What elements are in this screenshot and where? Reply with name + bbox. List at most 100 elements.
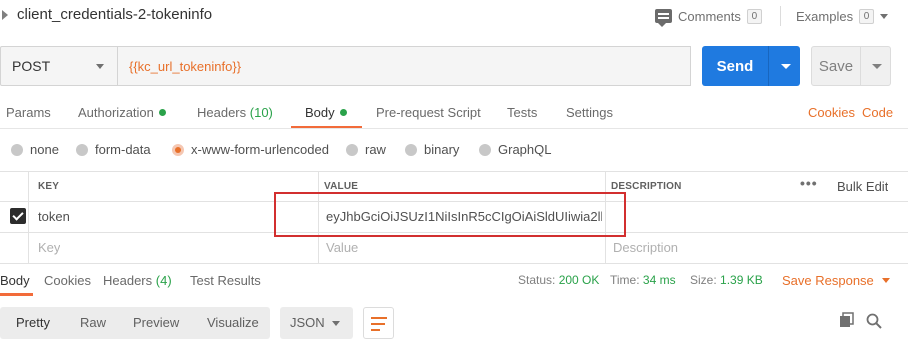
save-options-chevron-icon[interactable] (872, 64, 882, 69)
new-key-input[interactable]: Key (38, 240, 60, 255)
tab-headers-label: Headers (197, 105, 247, 120)
send-button[interactable]: Send (702, 46, 800, 86)
view-visualize-button[interactable]: Visualize (207, 315, 259, 330)
checkbox-checked-icon[interactable] (10, 208, 26, 224)
tab-response-headers-count: (4) (155, 273, 172, 288)
view-raw-button[interactable]: Raw (80, 315, 106, 330)
save-button[interactable]: Save (811, 46, 891, 86)
save-response-button[interactable]: Save Response (782, 273, 890, 288)
tab-body[interactable]: Body (305, 105, 347, 120)
tab-tests[interactable]: Tests (507, 105, 537, 120)
search-icon[interactable] (866, 313, 882, 329)
param-key-cell[interactable]: token (38, 209, 70, 224)
radio-binary-label: binary (424, 142, 460, 157)
tab-body-label: Body (305, 105, 335, 120)
tab-test-results[interactable]: Test Results (190, 273, 261, 288)
response-tabs: Body Cookies Headers (4) Test Results St… (0, 264, 908, 296)
tab-response-headers-label: Headers (103, 273, 153, 288)
request-title[interactable]: client_credentials-2-tokeninfo (17, 6, 212, 23)
method-select[interactable]: POST (0, 46, 118, 86)
wrap-lines-icon (371, 329, 380, 331)
table-border-top (0, 171, 908, 172)
status-dot-icon (158, 109, 166, 116)
new-value-input[interactable]: Value (326, 240, 358, 255)
method-label: POST (12, 58, 51, 74)
radio-urlencoded-label: x-www-form-urlencoded (191, 142, 329, 157)
save-label[interactable]: Save (812, 47, 860, 85)
save-response-label: Save Response (782, 273, 874, 288)
chevron-down-icon (332, 321, 340, 326)
send-label[interactable]: Send (702, 46, 768, 86)
divider (780, 6, 781, 26)
caret-right-icon[interactable] (2, 10, 8, 20)
radio-raw[interactable]: raw (346, 142, 386, 157)
tab-headers-count: (10) (249, 105, 273, 120)
format-select[interactable]: JSON (280, 307, 353, 339)
radio-circle-icon (479, 143, 491, 156)
tab-response-headers[interactable]: Headers (4) (103, 273, 172, 288)
format-label: JSON (290, 315, 325, 330)
radio-circle-icon (346, 143, 358, 156)
url-input[interactable]: {{kc_url_tokeninfo}} (117, 46, 691, 86)
tab-authorization-label: Authorization (78, 105, 154, 120)
time-indicator: Time: 34 ms (610, 273, 676, 287)
value-highlight-annotation (274, 192, 626, 237)
radio-form-data[interactable]: form-data (76, 142, 151, 157)
status-label: Status: (518, 273, 556, 287)
chevron-down-icon (881, 278, 890, 283)
status-value: 200 OK (558, 273, 600, 287)
examples-button[interactable]: Examples 0 (796, 6, 889, 26)
view-pretty-button[interactable]: Pretty (16, 315, 50, 330)
tab-response-cookies[interactable]: Cookies (44, 273, 91, 288)
tab-settings[interactable]: Settings (566, 105, 613, 120)
chevron-down-icon (96, 64, 104, 69)
wrap-lines-icon (371, 323, 385, 325)
radio-graphql-label: GraphQL (498, 142, 552, 157)
wrap-lines-icon (371, 317, 387, 319)
request-tabs: Params Authorization Headers (10) Body P… (0, 100, 908, 128)
bulk-edit-link[interactable]: Bulk Edit (837, 179, 888, 194)
more-options-icon[interactable]: ••• (800, 175, 818, 191)
tab-params[interactable]: Params (6, 105, 51, 120)
examples-count-badge: 0 (859, 8, 875, 24)
tabs-divider (0, 128, 908, 129)
examples-label: Examples (796, 8, 854, 24)
copy-icon[interactable] (839, 312, 855, 328)
new-description-input[interactable]: Description (613, 240, 678, 255)
code-link[interactable]: Code (862, 105, 893, 120)
save-divider (860, 47, 861, 85)
time-label: Time: (610, 273, 640, 287)
radio-raw-label: raw (365, 142, 386, 157)
radio-x-www-form-urlencoded[interactable]: x-www-form-urlencoded (172, 142, 329, 157)
column-header-description: DESCRIPTION (611, 181, 682, 192)
body-type-selector: none form-data x-www-form-urlencoded raw… (0, 142, 908, 160)
active-response-tab-indicator (0, 293, 33, 296)
response-view-switcher: Pretty Raw Preview Visualize (0, 307, 270, 339)
radio-circle-icon (405, 143, 417, 156)
comments-label: Comments (678, 8, 741, 24)
comments-count-badge: 0 (746, 8, 762, 24)
cookies-link[interactable]: Cookies (808, 105, 855, 120)
tab-headers[interactable]: Headers (10) (197, 105, 273, 120)
column-header-key: KEY (38, 181, 60, 192)
request-title-bar: client_credentials-2-tokeninfo Comments … (0, 0, 908, 34)
view-preview-button[interactable]: Preview (133, 315, 179, 330)
radio-selected-icon (172, 143, 184, 156)
radio-circle-icon (76, 143, 88, 156)
comments-button[interactable]: Comments 0 (655, 6, 762, 27)
column-divider (28, 171, 29, 263)
tab-authorization[interactable]: Authorization (78, 105, 166, 120)
tab-prerequest-script[interactable]: Pre-request Script (376, 105, 481, 120)
radio-circle-icon (11, 143, 23, 156)
chevron-down-icon (880, 13, 889, 19)
wrap-lines-button[interactable] (363, 307, 394, 339)
send-options-chevron-icon[interactable] (781, 64, 791, 69)
size-value: 1.39 KB (720, 273, 763, 287)
status-dot-icon (339, 109, 347, 116)
radio-none[interactable]: none (11, 142, 59, 157)
radio-graphql[interactable]: GraphQL (479, 142, 551, 157)
size-indicator: Size: 1.39 KB (690, 273, 763, 287)
tab-response-body[interactable]: Body (0, 273, 30, 288)
radio-binary[interactable]: binary (405, 142, 459, 157)
column-header-value: VALUE (324, 181, 359, 192)
